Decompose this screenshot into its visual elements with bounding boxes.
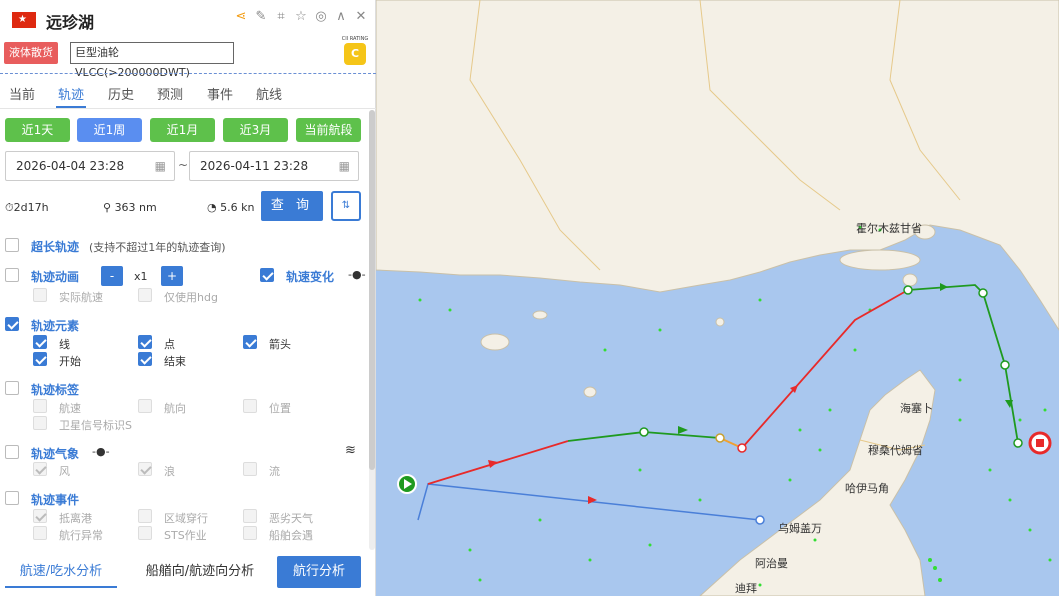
island-larak [902, 273, 918, 287]
range-1day-button[interactable]: 近1天 [5, 118, 70, 142]
wind-icon[interactable]: ≋ [345, 443, 356, 458]
tab-bar: 当前 轨迹 历史 预测 事件 航线 [0, 80, 376, 108]
legend-icon[interactable]: -●- [348, 268, 366, 281]
cii-badge[interactable]: CII RATING C [340, 36, 370, 70]
event-abnormal-checkbox [33, 526, 47, 540]
star-icon[interactable]: ☆ [294, 10, 308, 24]
query-button[interactable]: 查 询 [261, 191, 323, 221]
panel-scrollbar[interactable] [369, 110, 375, 550]
speed-stat: ◔ 5.6 kn [207, 201, 255, 214]
weather-checkbox[interactable] [5, 445, 19, 459]
map-label-ajman: 阿治曼 [755, 557, 788, 570]
label-satellite-checkbox [33, 416, 47, 430]
locate-icon[interactable]: ◎ [314, 10, 328, 24]
map-label-province: 霍尔木兹甘省 [856, 222, 922, 235]
island-tunb [583, 386, 597, 398]
island-lavan [532, 310, 548, 320]
map-label-island: 海塞卜 [900, 402, 933, 415]
event-area-checkbox [138, 509, 152, 523]
events-checkbox[interactable] [5, 491, 19, 505]
island-abumusa [715, 317, 725, 327]
island-qeshm [839, 249, 921, 271]
ship-name: 远珍湖 [46, 13, 95, 32]
element-arrow-checkbox[interactable] [243, 335, 257, 349]
label-course-checkbox [138, 399, 152, 413]
map-label-dubai: 迪拜 [735, 582, 757, 595]
mode-switch-icon[interactable]: ⇅ [331, 191, 361, 221]
track-blue [417, 483, 765, 525]
label-position-checkbox [243, 399, 257, 413]
range-1week-button[interactable]: 近1周 [77, 118, 142, 142]
ais-dots [418, 225, 1052, 587]
range-current-leg-button[interactable]: 当前航段 [296, 118, 361, 142]
tag-icon[interactable]: ⌗ [274, 10, 288, 24]
speed-plus-button[interactable]: + [161, 266, 183, 286]
element-start-checkbox[interactable] [33, 352, 47, 366]
element-point-checkbox[interactable] [138, 335, 152, 349]
close-icon[interactable]: ✕ [354, 10, 368, 24]
actual-speed-checkbox [33, 288, 47, 302]
weather-wind-checkbox [33, 462, 47, 476]
panel-header: ★ 远珍湖 ⋖ ✎ ⌗ ☆ ◎ ∧ ✕ [0, 0, 376, 38]
speed-minus-button[interactable]: - [101, 266, 123, 286]
distance-stat: ⚲ 363 nm [103, 201, 157, 214]
start-date-input[interactable]: 2026-04-04 23:28 ▦ [5, 151, 175, 181]
speed-draft-analysis-tab[interactable]: 航速/吃水分析 [5, 556, 117, 588]
heading-analysis-tab[interactable]: 船艏向/航迹向分析 [130, 556, 270, 588]
range-1month-button[interactable]: 近1月 [150, 118, 215, 142]
start-marker [397, 474, 417, 494]
tab-route[interactable]: 航线 [256, 84, 282, 103]
voyage-analysis-button[interactable]: 航行分析 [277, 556, 361, 588]
range-3month-button[interactable]: 近3月 [223, 118, 288, 142]
duration-stat: ⏱2d17h [5, 201, 49, 214]
map-label-khasab: 哈伊马角 [845, 482, 889, 495]
labels-checkbox[interactable] [5, 381, 19, 395]
event-weather-checkbox [243, 509, 257, 523]
animation-checkbox[interactable] [5, 268, 19, 282]
weather-wave-checkbox [138, 462, 152, 476]
ship-type-tag: 巨型油轮VLCC(>200000DWT) [70, 42, 234, 79]
flag-icon: ★ [12, 12, 36, 28]
tab-forecast[interactable]: 预测 [157, 84, 183, 103]
hdg-only-checkbox [138, 288, 152, 302]
tab-track[interactable]: 轨迹 [58, 84, 84, 103]
label-speed-checkbox [33, 399, 47, 413]
tab-history[interactable]: 历史 [108, 84, 134, 103]
end-marker [1028, 431, 1052, 455]
track-panel: ★ 远珍湖 ⋖ ✎ ⌗ ☆ ◎ ∧ ✕ 液体散货 巨型油轮VLCC(>20000… [0, 0, 376, 596]
event-sts-checkbox [138, 526, 152, 540]
cargo-tag: 液体散货 [4, 42, 58, 64]
land-iran [375, 0, 1059, 331]
event-encounter-checkbox [243, 526, 257, 540]
share-icon[interactable]: ⋖ [234, 10, 248, 24]
element-end-checkbox[interactable] [138, 352, 152, 366]
map-label-umm: 乌姆盖万 [778, 522, 822, 535]
end-date-input[interactable]: 2026-04-11 23:28 ▦ [189, 151, 359, 181]
event-port-checkbox [33, 509, 47, 523]
weather-current-checkbox [243, 462, 257, 476]
speed-change-checkbox[interactable] [260, 268, 274, 282]
map-label-musandam: 穆桑代姆省 [868, 444, 923, 457]
collapse-icon[interactable]: ∧ [334, 10, 348, 24]
island-kish [480, 333, 510, 351]
element-line-checkbox[interactable] [33, 335, 47, 349]
calendar-icon: ▦ [338, 159, 350, 173]
weather-legend-icon[interactable]: -●- [92, 445, 110, 458]
edit-icon[interactable]: ✎ [254, 10, 268, 24]
tab-events[interactable]: 事件 [207, 84, 233, 103]
track-red-1 [427, 440, 569, 485]
animation-speed: x1 [134, 270, 148, 283]
long-track-checkbox[interactable] [5, 238, 19, 252]
tab-current[interactable]: 当前 [9, 84, 35, 103]
elements-checkbox[interactable] [5, 317, 19, 331]
calendar-icon: ▦ [154, 159, 166, 173]
